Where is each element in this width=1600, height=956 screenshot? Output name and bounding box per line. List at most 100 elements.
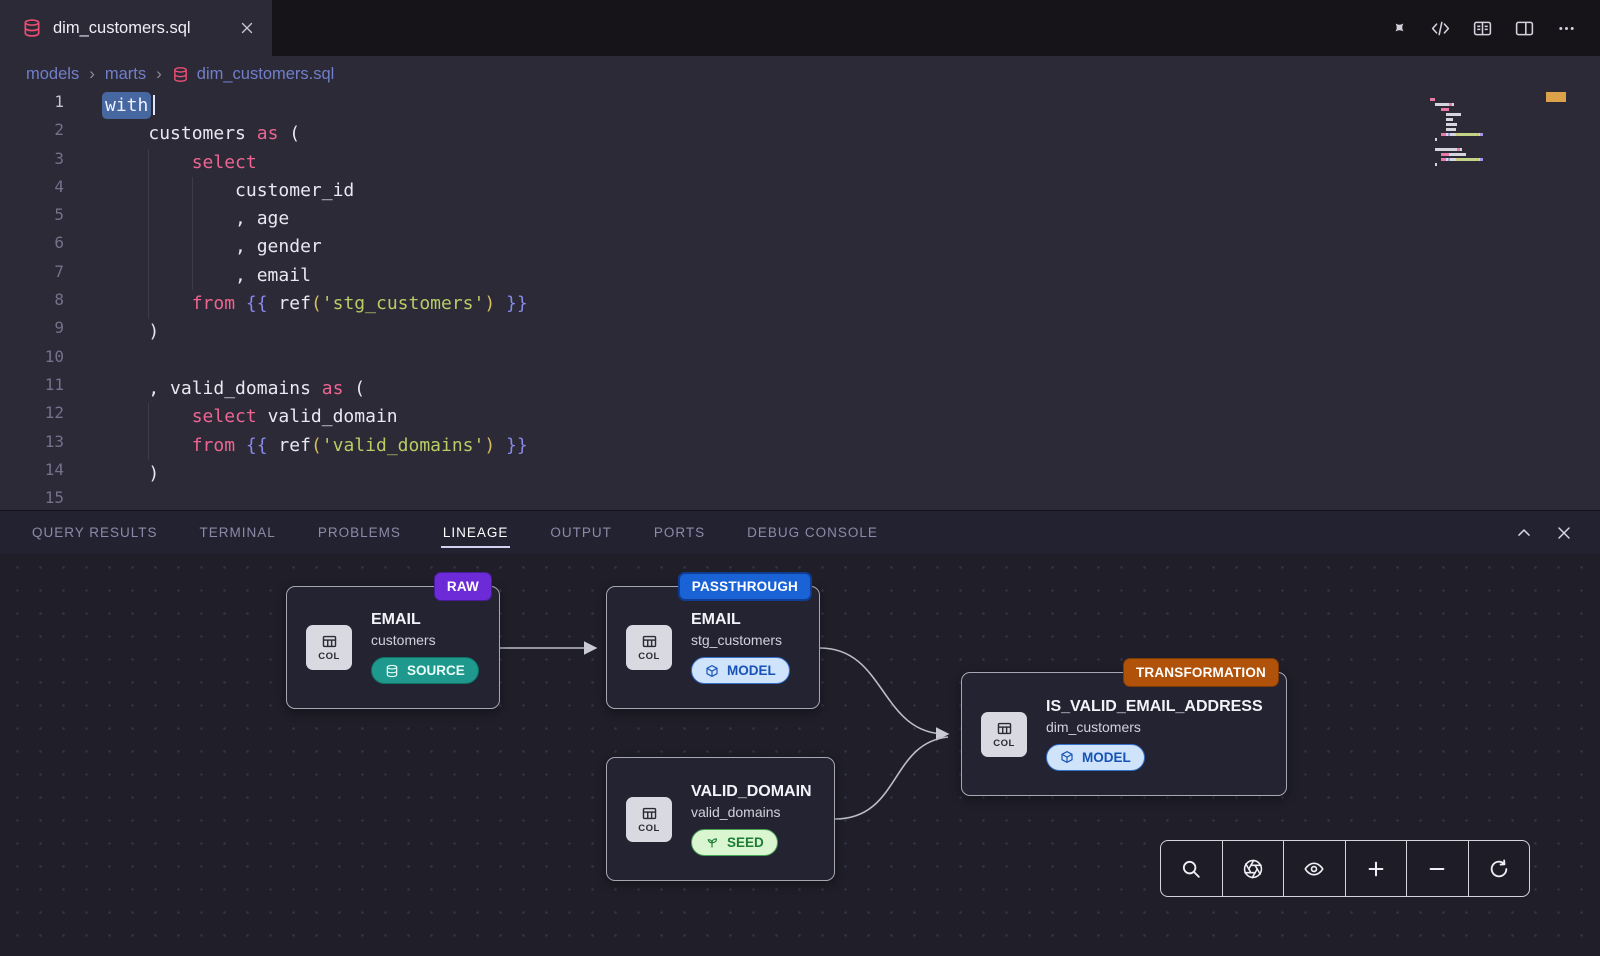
zoom-out-button[interactable] [1406, 841, 1468, 896]
column-label: COL [638, 651, 660, 662]
minimap-line [1430, 123, 1555, 126]
node-title: VALID_DOMAIN [691, 783, 812, 801]
node-title: EMAIL [371, 611, 479, 629]
panel-collapse-icon[interactable] [1514, 523, 1534, 543]
code-line[interactable]: , email [105, 262, 1420, 290]
code-line[interactable]: from {{ ref('stg_customers') }} [105, 290, 1420, 318]
panel-tab-output[interactable]: OUTPUT [550, 511, 612, 554]
split-editor-button[interactable] [1507, 11, 1542, 46]
more-actions-icon [1556, 18, 1577, 39]
panel-tab-lineage[interactable]: LINEAGE [443, 511, 509, 554]
refresh-button[interactable] [1468, 841, 1530, 896]
seedling-icon [705, 835, 719, 849]
database-icon [22, 18, 42, 38]
code-line[interactable]: select valid_domain [105, 403, 1420, 431]
code-line[interactable]: , valid_domains as ( [105, 375, 1420, 403]
line-number: 14 [0, 460, 64, 488]
minimap[interactable] [1430, 98, 1555, 173]
code-button[interactable] [1423, 11, 1458, 46]
edge-valid_domains-to-dim_customers [835, 737, 948, 819]
code-line[interactable]: customers as ( [105, 120, 1420, 148]
line-number: 6 [0, 233, 64, 261]
cube-icon [1060, 750, 1074, 764]
panel-close-icon[interactable] [1554, 523, 1574, 543]
line-number: 4 [0, 177, 64, 205]
code-line[interactable]: , gender [105, 233, 1420, 261]
code-line[interactable]: ) [105, 460, 1420, 488]
node-text: IS_VALID_EMAIL_ADDRESSdim_customersMODEL [1046, 698, 1263, 771]
code-editor[interactable]: 123456789101112131415 with customers as … [0, 92, 1600, 510]
code-line[interactable]: ) [105, 318, 1420, 346]
breadcrumb-item-models[interactable]: models [26, 65, 79, 84]
tag-badge-raw: RAW [434, 572, 492, 601]
search-icon [1180, 858, 1202, 880]
line-number: 13 [0, 432, 64, 460]
split-editor-icon [1514, 18, 1535, 39]
code-line[interactable]: , age [105, 205, 1420, 233]
node-text: VALID_DOMAINvalid_domainsSEED [691, 783, 812, 856]
panel-actions [1514, 523, 1600, 543]
code-line[interactable]: select [105, 149, 1420, 177]
node-body: COLEMAILstg_customersMODEL [607, 587, 819, 708]
code-line[interactable]: from {{ ref('valid_domains') }} [105, 432, 1420, 460]
database-icon [385, 664, 399, 678]
lineage-node-dim_customers[interactable]: TRANSFORMATIONCOLIS_VALID_EMAIL_ADDRESSd… [961, 672, 1287, 796]
lineage-node-stg_customers[interactable]: PASSTHROUGHCOLEMAILstg_customersMODEL [606, 586, 820, 709]
code-line[interactable]: with [105, 92, 1420, 120]
tab-close-icon[interactable] [238, 19, 256, 37]
table-icon [996, 720, 1013, 737]
tab-dim-customers-sql[interactable]: dim_customers.sql [0, 0, 272, 56]
tag-badge-passthrough: PASSTHROUGH [678, 572, 812, 601]
breadcrumb-item-marts[interactable]: marts [105, 65, 146, 84]
zoom-in-button[interactable] [1345, 841, 1407, 896]
panel-tab-terminal[interactable]: TERMINAL [200, 511, 276, 554]
column-label: COL [318, 651, 340, 662]
minimap-line [1430, 113, 1555, 116]
tabbar-actions [1381, 0, 1600, 56]
node-body: COL EMAIL customers SOURCE [287, 587, 499, 708]
minimap-line [1430, 98, 1555, 101]
line-number: 8 [0, 290, 64, 318]
breadcrumb-item-dim_customers-sql[interactable]: dim_customers.sql [172, 65, 335, 84]
more-actions-button[interactable] [1549, 11, 1584, 46]
resource-badge-source: SOURCE [371, 657, 479, 684]
resource-badge-model: MODEL [1046, 744, 1145, 771]
minimap-line [1430, 138, 1555, 141]
panel-tab-ports[interactable]: PORTS [654, 511, 705, 554]
column-icon: COL [626, 625, 672, 670]
lineage-node-valid_domains[interactable]: COLVALID_DOMAINvalid_domainsSEED [606, 757, 835, 881]
column-label: COL [993, 738, 1015, 749]
line-number: 15 [0, 488, 64, 510]
lineage-canvas[interactable]: RAWCOLEMAILcustomersSOURCEPASSTHROUGHCOL… [0, 554, 1600, 956]
minimap-line [1430, 153, 1555, 156]
aperture-icon [1242, 858, 1264, 880]
sparkle-icon [1388, 18, 1409, 39]
lineage-toolbar [1160, 840, 1530, 897]
eye-button[interactable] [1283, 841, 1345, 896]
code-line[interactable]: customer_id [105, 177, 1420, 205]
code-icon [1430, 18, 1451, 39]
editor-tab-bar: dim_customers.sql [0, 0, 1600, 56]
zoom-out-icon [1426, 858, 1448, 880]
minimap-line [1430, 158, 1555, 161]
code-line[interactable] [105, 347, 1420, 375]
edge-stg_customers-to-dim_customers [820, 648, 946, 734]
panel-tab-debug-console[interactable]: DEBUG CONSOLE [747, 511, 878, 554]
layout-columns-button[interactable] [1465, 11, 1500, 46]
aperture-button[interactable] [1222, 841, 1284, 896]
panel-tab-query-results[interactable]: QUERY RESULTS [32, 511, 158, 554]
column-icon: COL [306, 625, 352, 670]
code-line[interactable] [105, 488, 1420, 510]
search-button[interactable] [1161, 841, 1222, 896]
line-number: 1 [0, 92, 64, 120]
table-icon [321, 633, 338, 650]
line-number: 12 [0, 403, 64, 431]
node-subtitle: customers [371, 632, 479, 648]
sparkle-button[interactable] [1381, 11, 1416, 46]
line-number: 11 [0, 375, 64, 403]
node-subtitle: dim_customers [1046, 719, 1263, 735]
lineage-node-customers[interactable]: RAWCOLEMAILcustomersSOURCE [286, 586, 500, 709]
panel-tab-problems[interactable]: PROBLEMS [318, 511, 401, 554]
node-body: COLVALID_DOMAINvalid_domainsSEED [607, 758, 834, 880]
minimap-line [1430, 168, 1555, 171]
